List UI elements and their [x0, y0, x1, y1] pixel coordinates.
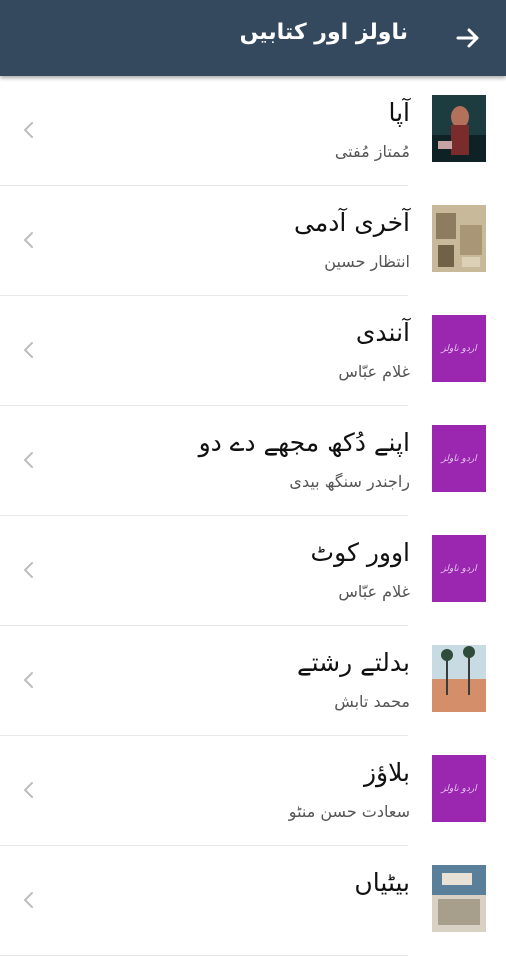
placeholder-mark: اردو ناولز [441, 563, 477, 574]
book-cover [432, 645, 486, 712]
chevron-left-icon [23, 122, 33, 138]
book-author: انتظار حسین [324, 252, 410, 271]
book-author: راجندر سنگھ بیدی [289, 472, 410, 491]
book-cover: اردو ناولز [432, 755, 486, 822]
book-cover: اردو ناولز [432, 425, 486, 492]
book-title: بیٹیاں [354, 868, 410, 897]
book-author: غلام عبّاس [338, 362, 410, 381]
placeholder-mark: اردو ناولز [441, 453, 477, 464]
book-author: محمد تابش [334, 692, 410, 711]
book-title: آخری آدمی [293, 208, 410, 237]
book-title: بلاؤز [363, 758, 410, 787]
book-cover: اردو ناولز [432, 535, 486, 602]
book-cover [432, 205, 486, 272]
book-list: آپا مُمتاز مُفتی آخری آدمی انتظار حسین اردو … [0, 76, 506, 956]
back-button[interactable] [450, 20, 486, 56]
book-author: مُمتاز مُفتی [334, 142, 410, 161]
chevron-left-icon [23, 342, 33, 358]
book-title: بدلتے رشتے [296, 648, 410, 677]
list-item[interactable]: بدلتے رشتے محمد تابش [0, 626, 506, 736]
arrow-right-icon [456, 28, 479, 48]
list-item[interactable]: آپا مُمتاز مُفتی [0, 76, 506, 186]
list-item[interactable]: بیٹیاں [0, 846, 506, 956]
book-cover [432, 865, 486, 932]
app-bar: ناولز اور کتابیں [0, 0, 506, 76]
book-author: سعادت حسن منٹو [288, 802, 410, 821]
book-cover: اردو ناولز [432, 315, 486, 382]
list-item[interactable]: آخری آدمی انتظار حسین [0, 186, 506, 296]
chevron-left-icon [23, 562, 33, 578]
list-item[interactable]: اردو ناولز آنندی غلام عبّاس [0, 296, 506, 406]
placeholder-mark: اردو ناولز [441, 343, 477, 354]
list-item[interactable]: اردو ناولز بلاؤز سعادت حسن منٹو [0, 736, 506, 846]
book-author: غلام عبّاس [338, 582, 410, 601]
list-item[interactable]: اردو ناولز اپنے دُکھ مجھے دے دو راجندر سنگ… [0, 406, 506, 516]
book-title: آنندی [355, 318, 410, 347]
chevron-left-icon [23, 782, 33, 798]
book-title: اوور کوٹ [310, 538, 410, 567]
chevron-left-icon [23, 672, 33, 688]
page-title: ناولز اور کتابیں [239, 20, 408, 45]
book-title: آپا [388, 98, 410, 127]
chevron-left-icon [23, 452, 33, 468]
book-title: اپنے دُکھ مجھے دے دو [198, 428, 410, 457]
list-item[interactable]: اردو ناولز اوور کوٹ غلام عبّاس [0, 516, 506, 626]
placeholder-mark: اردو ناولز [441, 783, 477, 794]
chevron-left-icon [23, 232, 33, 248]
chevron-left-icon [23, 892, 33, 908]
book-cover [432, 95, 486, 162]
